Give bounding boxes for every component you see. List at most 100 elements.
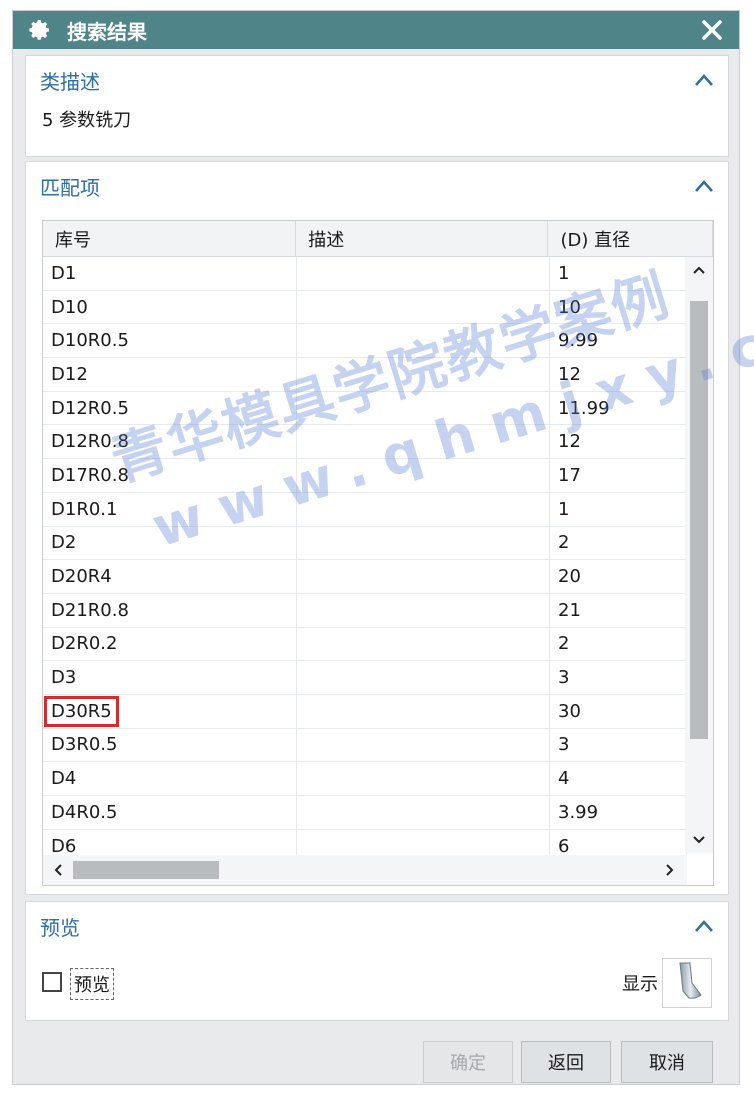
table-row[interactable]: D20R4 20 [43, 560, 687, 594]
id-text: D4 [51, 768, 77, 790]
id-text: D3R0.5 [51, 734, 118, 756]
horizontal-scrollbar[interactable] [43, 855, 687, 885]
table-row[interactable]: D3R0.5 3 [43, 728, 687, 763]
cell-diameter: 3.99 [550, 796, 687, 829]
scroll-right-icon[interactable] [657, 857, 683, 883]
id-text: D6 [51, 835, 77, 857]
cell-id: D4 [43, 762, 297, 795]
chevron-up-icon[interactable] [692, 68, 716, 92]
cell-id: D10 [43, 290, 297, 324]
cell-id: D1R0.1 [43, 492, 297, 526]
id-text: D10 [51, 296, 88, 318]
table-row[interactable]: D10R0.5 9.99 [43, 324, 687, 359]
cell-description [297, 425, 550, 459]
close-icon[interactable] [697, 15, 727, 45]
cell-diameter: 1 [550, 492, 687, 526]
matches-header[interactable]: 匹配项 [26, 162, 728, 210]
preview-panel: 预览 预览 显示 [25, 901, 729, 1021]
cell-diameter: 12 [550, 425, 687, 459]
table-row[interactable]: D12R0.5 11.99 [43, 391, 687, 426]
id-text: D3 [51, 667, 77, 689]
cell-description [297, 459, 550, 492]
back-button[interactable]: 返回 [521, 1041, 611, 1083]
preview-checkbox-label[interactable]: 预览 [70, 968, 114, 1000]
table-row[interactable]: D1R0.1 1 [43, 492, 687, 527]
class-description-value: 5 参数铣刀 [42, 110, 132, 131]
matches-table: 库号 描述 (D) 直径 D1 1 D10 10 D10R0.5 9.99 D12 12 D12… [42, 220, 714, 886]
table-row[interactable]: D12R0.8 12 [43, 425, 687, 460]
scroll-down-icon[interactable] [685, 827, 713, 853]
id-text: D2 [51, 532, 77, 554]
cell-description [297, 694, 550, 728]
table-row[interactable]: D17R0.8 17 [43, 459, 687, 493]
cell-id: D21R0.8 [43, 593, 297, 627]
cell-id: D2R0.2 [43, 627, 297, 661]
class-description-header[interactable]: 类描述 [26, 56, 728, 104]
preview-title: 预览 [40, 915, 80, 940]
table-row[interactable]: D2 2 [43, 526, 687, 561]
scroll-up-icon[interactable] [685, 257, 713, 283]
cancel-button[interactable]: 取消 [621, 1041, 713, 1083]
cell-description [297, 560, 550, 593]
show-label: 显示 [622, 974, 658, 995]
cell-id: D4R0.5 [43, 796, 297, 829]
table-row[interactable]: D1 1 [43, 257, 687, 291]
table-row[interactable]: D10 10 [43, 290, 687, 325]
chevron-up-icon[interactable] [692, 174, 716, 198]
cell-diameter: 3 [550, 728, 687, 762]
id-text: D1 [51, 262, 77, 284]
cell-description [297, 796, 550, 829]
show-tool-button[interactable] [662, 958, 712, 1008]
id-text: D20R4 [51, 566, 112, 588]
matches-title: 匹配项 [40, 175, 100, 200]
horizontal-scroll-thumb[interactable] [73, 861, 219, 879]
preview-header[interactable]: 预览 [26, 902, 728, 950]
preview-controls: 预览 显示 [42, 958, 716, 1020]
column-header-diameter[interactable]: (D) 直径 [548, 221, 713, 256]
table-row[interactable]: D21R0.8 21 [43, 593, 687, 628]
cell-diameter: 21 [550, 593, 687, 627]
cell-description [297, 593, 550, 627]
cell-diameter: 20 [550, 560, 687, 593]
table-row[interactable]: D30R5 30 [43, 694, 687, 729]
id-text: D12R0.8 [51, 431, 129, 453]
id-text: D1R0.1 [51, 498, 118, 520]
id-text: D17R0.8 [51, 464, 129, 486]
cell-description [297, 257, 550, 290]
id-text: D12R0.5 [51, 397, 129, 419]
cell-diameter: 11.99 [550, 391, 687, 425]
matches-panel: 匹配项 库号 描述 (D) 直径 D1 1 D10 10 D10R0.5 9.99 D12 1… [25, 161, 729, 895]
highlighted-id: D30R5 [44, 695, 119, 727]
cell-diameter: 17 [550, 459, 687, 492]
column-header-description[interactable]: 描述 [296, 221, 549, 256]
ok-button[interactable]: 确定 [423, 1041, 513, 1083]
vertical-scroll-thumb[interactable] [690, 301, 708, 739]
table-row[interactable]: D4 4 [43, 762, 687, 796]
table-row[interactable]: D2R0.2 2 [43, 627, 687, 662]
cell-id: D2 [43, 526, 297, 560]
table-row[interactable]: D4R0.5 3.99 [43, 796, 687, 830]
scroll-left-icon[interactable] [45, 857, 71, 883]
column-header-id[interactable]: 库号 [43, 221, 297, 256]
table-row[interactable]: D12 12 [43, 358, 687, 392]
gear-icon [27, 17, 53, 43]
cell-diameter: 9.99 [550, 324, 687, 358]
cell-description [297, 492, 550, 526]
cell-id: D12R0.8 [43, 425, 297, 459]
cell-id: D3 [43, 661, 297, 694]
cell-id: D12 [43, 358, 297, 391]
cell-id: D17R0.8 [43, 459, 297, 492]
table-row[interactable]: D3 3 [43, 661, 687, 695]
chevron-up-icon[interactable] [692, 914, 716, 938]
cell-diameter: 4 [550, 762, 687, 795]
vertical-scrollbar[interactable] [685, 257, 713, 853]
preview-checkbox[interactable] [42, 972, 62, 992]
title-bar: 搜索结果 [13, 11, 739, 49]
cell-diameter: 12 [550, 358, 687, 391]
cell-diameter: 2 [550, 627, 687, 661]
class-description-title: 类描述 [40, 69, 100, 94]
cell-description [297, 627, 550, 661]
cell-description [297, 661, 550, 694]
cell-description [297, 391, 550, 425]
cell-diameter: 1 [550, 257, 687, 290]
